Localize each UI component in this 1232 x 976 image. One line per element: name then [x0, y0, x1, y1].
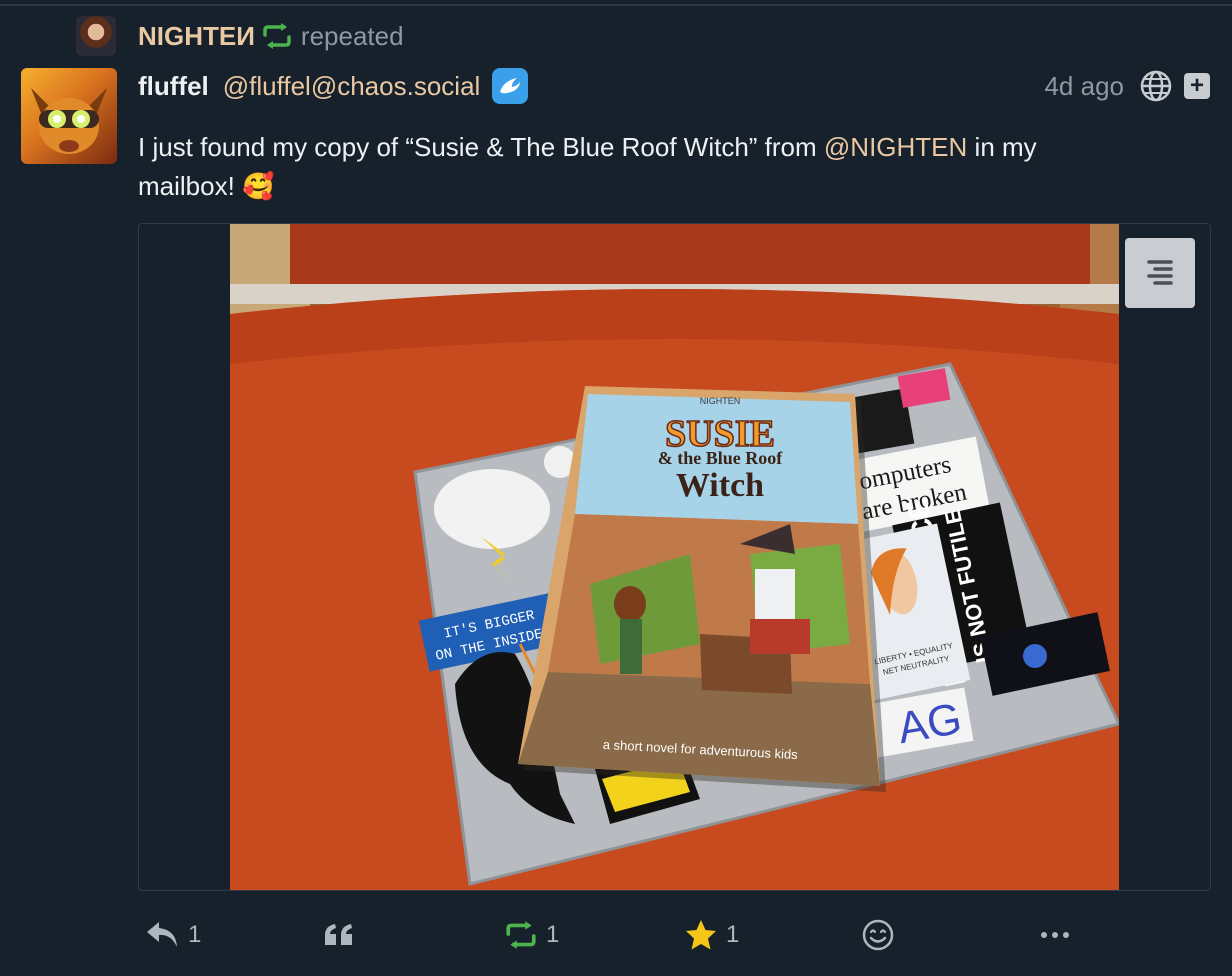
book-title-2: & the Blue Roof [658, 448, 783, 468]
renote-label: repeated [300, 20, 404, 51]
renote-action-icon [506, 921, 536, 949]
note-actions: 1 1 1 [138, 910, 1209, 960]
quote-button[interactable] [324, 910, 354, 960]
reply-icon [147, 922, 177, 947]
plus-icon[interactable]: + [1184, 73, 1210, 99]
reaction-button[interactable] [862, 910, 894, 960]
menu-icon [1147, 260, 1173, 285]
instance-icon [492, 68, 529, 104]
author-avatar[interactable] [21, 68, 117, 164]
note-text: I just found my copy of “Susie & The Blu… [138, 128, 1138, 206]
mention-link[interactable]: @NIGHTEN [824, 132, 967, 162]
attached-photo[interactable]: IT'S BIGGER ON THE INSIDE. computers are… [230, 224, 1119, 890]
globe-icon[interactable] [1140, 70, 1172, 102]
renoter-name[interactable]: NIGHTEИ [138, 21, 255, 52]
renoter-avatar[interactable] [76, 16, 116, 56]
favourite-button[interactable]: 1 [684, 910, 739, 960]
favourite-count: 1 [726, 921, 740, 948]
note-header: fluffel @fluffel@chaos.social 4d ago + [138, 66, 1210, 106]
more-button[interactable] [1040, 910, 1070, 960]
more-icon [1041, 932, 1069, 938]
renote-header: NIGHTEИ repeated [76, 16, 404, 56]
top-divider [0, 4, 1232, 6]
renote-count: 1 [546, 921, 560, 948]
favourite-icon [686, 920, 716, 950]
media-menu-button[interactable] [1125, 238, 1195, 308]
note-text-before: I just found my copy of “Susie & The Blu… [138, 132, 824, 162]
note-timestamp[interactable]: 4d ago [1044, 71, 1124, 102]
reaction-icon [862, 919, 894, 951]
book-author: NIGHTEN [700, 396, 741, 406]
reply-button[interactable]: 1 [146, 910, 201, 960]
author-display-name[interactable]: fluffel [138, 71, 209, 102]
renote-button[interactable]: 1 [504, 910, 559, 960]
quote-icon [325, 924, 352, 945]
reply-count: 1 [188, 921, 202, 948]
media-attachment[interactable]: IT'S BIGGER ON THE INSIDE. computers are… [138, 223, 1211, 891]
book-title-3: Witch [676, 467, 764, 504]
author-handle[interactable]: @fluffel@chaos.social [223, 71, 481, 102]
renote-icon [261, 23, 293, 49]
